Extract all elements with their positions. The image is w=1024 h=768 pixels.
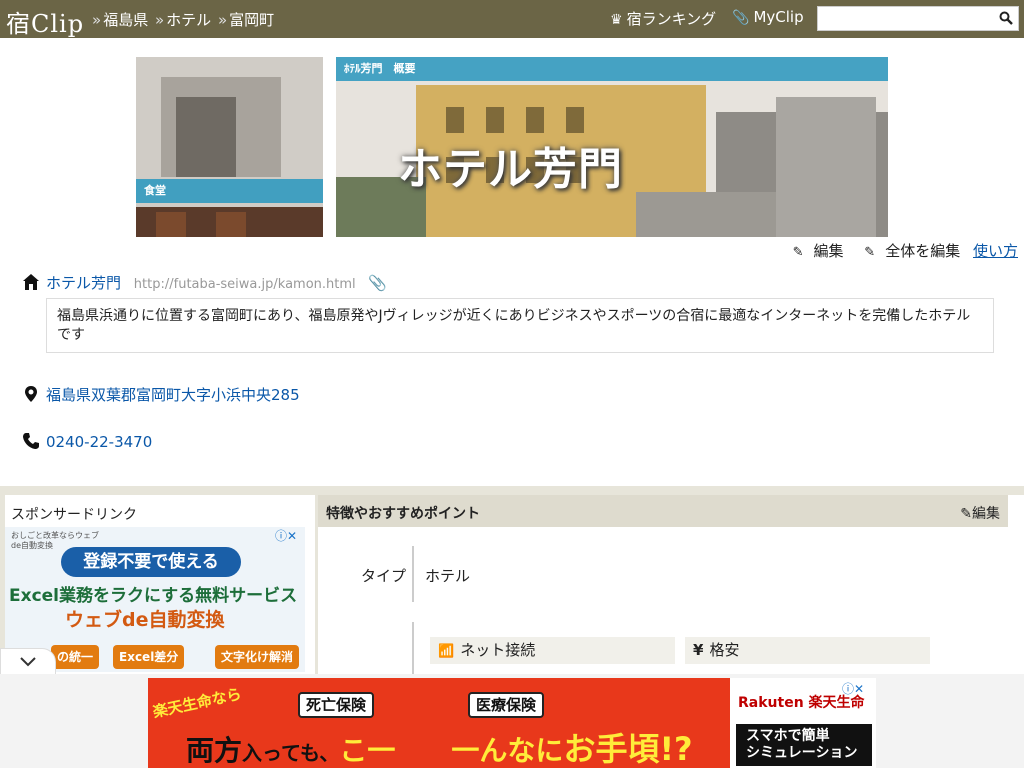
sponsor-ad-chip: 文字化け解消	[215, 645, 300, 669]
edit-toolbar: ✎ 編集 ✎ 全体を編集 使い方	[777, 240, 1018, 261]
pencil-icon: ✎	[792, 245, 804, 260]
sponsor-ad-chip: の統一	[51, 645, 100, 669]
edit-all-button[interactable]: ✎ 全体を編集	[856, 242, 960, 260]
edit-label: 編集	[813, 242, 844, 260]
divider	[412, 622, 414, 682]
ad-main-a: 両方	[186, 734, 243, 767]
features-edit-button[interactable]: ✎編集	[960, 503, 1000, 523]
address-link[interactable]: 福島県双葉郡富岡町大字小浜中央285	[46, 386, 300, 404]
photo-caption-overview: ﾎﾃﾙ芳門 概要	[336, 57, 888, 81]
map-pin-icon	[25, 386, 37, 402]
sponsor-heading: スポンサードリンク	[11, 507, 137, 523]
tag-internet[interactable]: 📶 ネット接続	[430, 637, 675, 664]
myclip-label: MyClip	[753, 8, 804, 26]
attachment-icon[interactable]: 📎	[368, 274, 387, 292]
tag-label: 格安	[709, 641, 740, 659]
yen-icon: ¥	[693, 641, 704, 659]
edit-button[interactable]: ✎ 編集	[785, 242, 844, 260]
phone-link[interactable]: 0240-22-3470	[46, 433, 152, 451]
ad-info-icon[interactable]: ⓘ✕	[275, 527, 297, 544]
wifi-icon: 📶	[438, 644, 455, 659]
ranking-label: 宿ランキング	[626, 10, 717, 28]
ad-main-text: 両方入っても、こ一 一んなにお手頃!?	[186, 724, 693, 768]
features-edit-label: 編集	[972, 506, 1000, 522]
ad-box-death-insurance: 死亡保険	[298, 692, 375, 718]
search-icon[interactable]	[999, 11, 1013, 25]
myclip-link[interactable]: 📎 MyClip	[732, 8, 804, 26]
logo-text-a: 宿C	[6, 10, 51, 38]
breadcrumb-separator: »	[92, 11, 102, 29]
ad-main-c: こ一 一んなに	[339, 734, 564, 767]
divider	[412, 546, 414, 602]
hotel-url[interactable]: http://futaba-seiwa.jp/kamon.html	[134, 277, 356, 292]
chevron-down-icon	[20, 657, 36, 667]
hotel-description: 福島県浜通りに位置する富岡町にあり、福島原発やJヴィレッジが近くにありビジネスや…	[46, 298, 994, 353]
photo-hotel-name-overlay: ホテル芳門	[398, 144, 623, 195]
logo-text-b: lip	[50, 10, 85, 38]
address-row: 福島県双葉郡富岡町大字小浜中央285	[22, 384, 300, 405]
site-logo[interactable]: 宿Clip	[6, 4, 84, 39]
photo-dining[interactable]: 食堂	[136, 57, 323, 237]
sponsor-ad-chip: Excel差分	[113, 645, 185, 669]
ad-main-d: お手頃!?	[563, 730, 693, 768]
ad-main-b: 入っても、	[242, 741, 340, 765]
collapse-ad-button[interactable]	[0, 648, 56, 676]
bottom-banner-ad[interactable]: 楽天生命なら 死亡保険 医療保険 両方入っても、こ一 一んなにお手頃!? ⓘ✕ …	[148, 678, 876, 768]
ad-brand-area: ⓘ✕ Rakuten 楽天生命 スマホで簡単 シミュレーション	[730, 678, 876, 768]
breadcrumb: » 福島県 » ホテル » 富岡町	[90, 9, 274, 30]
phone-icon	[23, 433, 39, 449]
hotel-name-link[interactable]: ホテル芳門	[46, 274, 121, 292]
features-heading: 特徴やおすすめポイント	[326, 506, 480, 522]
photo-caption-dining: 食堂	[136, 179, 323, 203]
ad-brand-logo: Rakuten 楽天生命	[738, 695, 865, 711]
breadcrumb-separator: »	[217, 11, 228, 29]
ad-left-text: 楽天生命なら	[151, 684, 244, 722]
photo-overview[interactable]: ﾎﾃﾙ芳門 概要 ホテル芳門	[336, 57, 888, 237]
search-input[interactable]	[822, 7, 1002, 30]
crown-icon: ♛	[610, 12, 623, 28]
pencil-icon: ✎	[864, 245, 876, 260]
tag-label: ネット接続	[460, 641, 536, 659]
breadcrumb-town[interactable]: 富岡町	[229, 11, 274, 29]
breadcrumb-separator: »	[154, 11, 165, 29]
hotel-name-row: ホテル芳門 http://futaba-seiwa.jp/kamon.html …	[22, 272, 387, 293]
features-heading-bar: 特徴やおすすめポイント ✎編集	[318, 495, 1008, 527]
sponsor-ad-line1: 登録不要で使える	[61, 547, 241, 577]
edit-all-label: 全体を編集	[885, 242, 961, 260]
ad-left-area: 楽天生命なら 死亡保険 医療保険 両方入っても、こ一 一んなにお手頃!?	[148, 678, 730, 768]
type-label: タイプ	[361, 567, 407, 585]
pencil-icon: ✎	[960, 506, 972, 522]
breadcrumb-category[interactable]: ホテル	[166, 11, 211, 29]
building-photo-small	[136, 57, 323, 237]
ad-box-medical-insurance: 医療保険	[468, 692, 545, 718]
tag-cheap[interactable]: ¥ 格安	[685, 637, 930, 664]
type-value: ホテル	[425, 567, 471, 585]
ranking-link[interactable]: ♛ 宿ランキング	[610, 8, 716, 29]
top-header: 宿Clip » 福島県 » ホテル » 富岡町 ♛ 宿ランキング 📎 MyClip	[0, 0, 1024, 38]
sponsor-ad-line3: ウェブde自動変換	[65, 609, 225, 631]
breadcrumb-prefecture[interactable]: 福島県	[103, 11, 148, 29]
paperclip-icon: 📎	[732, 10, 750, 26]
phone-row: 0240-22-3470	[22, 432, 152, 451]
ad-cta-button[interactable]: スマホで簡単 シミュレーション	[736, 724, 872, 766]
sponsor-ad-line2: Excel業務をラクにする無料サービス	[9, 586, 298, 606]
howto-link[interactable]: 使い方	[973, 242, 1018, 260]
search-box	[817, 6, 1019, 31]
home-icon	[23, 274, 39, 290]
